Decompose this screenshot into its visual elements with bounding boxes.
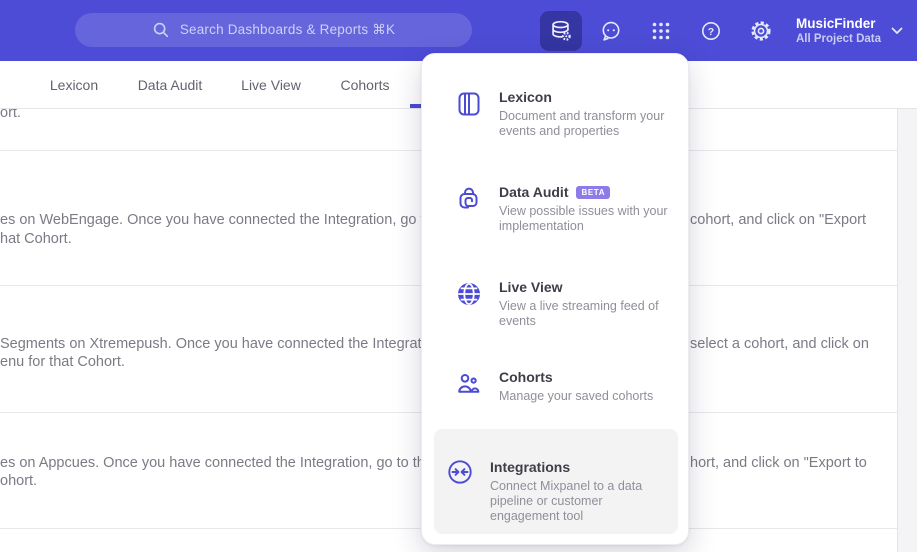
row-text-fragment: es on WebEngage. Once you have connected…	[0, 212, 457, 228]
menu-item-description: View possible issues with your implement…	[499, 204, 668, 233]
tab-data-audit[interactable]: Data Audit	[138, 61, 203, 108]
cohorts-people-icon	[458, 374, 480, 393]
svg-text:?: ?	[708, 26, 714, 38]
tab-live-view[interactable]: Live View	[241, 61, 301, 108]
help-button[interactable]: ?	[690, 11, 732, 51]
feedback-smiley-icon	[602, 21, 620, 41]
data-audit-seal-icon	[459, 187, 478, 209]
menu-item-description: Connect Mixpanel to a data pipeline or c…	[490, 479, 643, 523]
apps-grid-icon	[652, 22, 670, 39]
menu-item-lexicon[interactable]: Lexicon Document and transform your even…	[455, 88, 676, 139]
app-root: Search Dashboards & Reports ⌘K ? MusicFi…	[0, 0, 917, 552]
search-icon	[153, 22, 168, 38]
row-text-fragment: hort, and click on "Export to	[690, 455, 867, 471]
scrollbar-track[interactable]	[897, 108, 917, 552]
row-text-fragment: ohort.	[0, 473, 38, 489]
row-text-fragment: cohort, and click on "Export	[690, 212, 867, 228]
row-text-fragment: select a cohort, and click on	[690, 336, 869, 352]
topbar-actions: ? MusicFinder All Project Data	[540, 0, 903, 61]
menu-item-integrations[interactable]: Integrations Connect Mixpanel to a data …	[434, 429, 678, 534]
row-text-fragment: es on Appcues. Once you have connected t…	[0, 455, 449, 471]
feedback-button[interactable]	[590, 11, 632, 51]
search-placeholder: Search Dashboards & Reports ⌘K	[179, 22, 396, 37]
menu-item-title: Data Audit	[499, 184, 569, 200]
project-subtitle: All Project Data	[796, 33, 881, 45]
menu-item-title: Integrations	[490, 459, 571, 475]
menu-item-description: Document and transform your events and p…	[499, 109, 665, 138]
data-management-button[interactable]	[540, 10, 582, 51]
menu-item-data-audit[interactable]: Data Audit BETA View possible issues wit…	[455, 183, 676, 234]
lexicon-book-icon	[458, 92, 480, 116]
menu-item-title: Cohorts	[499, 369, 553, 385]
integrations-sync-icon	[448, 460, 472, 484]
help-icon: ?	[702, 21, 720, 40]
row-text-fragment: hat Cohort.	[0, 231, 72, 247]
settings-button[interactable]	[740, 11, 782, 51]
database-gear-icon	[552, 20, 571, 41]
menu-item-title: Lexicon	[499, 89, 552, 105]
menu-item-description: View a live streaming feed of events	[499, 299, 659, 328]
beta-badge: BETA	[576, 185, 611, 199]
project-switcher[interactable]: MusicFinder All Project Data	[796, 15, 903, 46]
menu-item-live-view[interactable]: Live View View a live streaming feed of …	[455, 278, 676, 329]
project-name: MusicFinder	[796, 16, 876, 31]
live-view-globe-icon	[458, 282, 480, 306]
topbar: Search Dashboards & Reports ⌘K ? MusicFi…	[0, 0, 917, 61]
apps-grid-button[interactable]	[640, 11, 682, 51]
tab-cohorts[interactable]: Cohorts	[340, 61, 389, 108]
gear-icon	[751, 20, 771, 41]
menu-item-title: Live View	[499, 279, 563, 295]
row-text-fragment: Segments on Xtremepush. Once you have co…	[0, 336, 445, 352]
menu-item-description: Manage your saved cohorts	[499, 389, 654, 403]
search-input[interactable]: Search Dashboards & Reports ⌘K	[75, 13, 472, 47]
row-text-fragment: enu for that Cohort.	[0, 354, 125, 370]
tab-lexicon[interactable]: Lexicon	[50, 61, 98, 108]
menu-item-cohorts[interactable]: Cohorts Manage your saved cohorts	[455, 368, 676, 404]
data-management-menu: Lexicon Document and transform your even…	[421, 53, 689, 545]
chevron-down-icon	[891, 27, 903, 34]
